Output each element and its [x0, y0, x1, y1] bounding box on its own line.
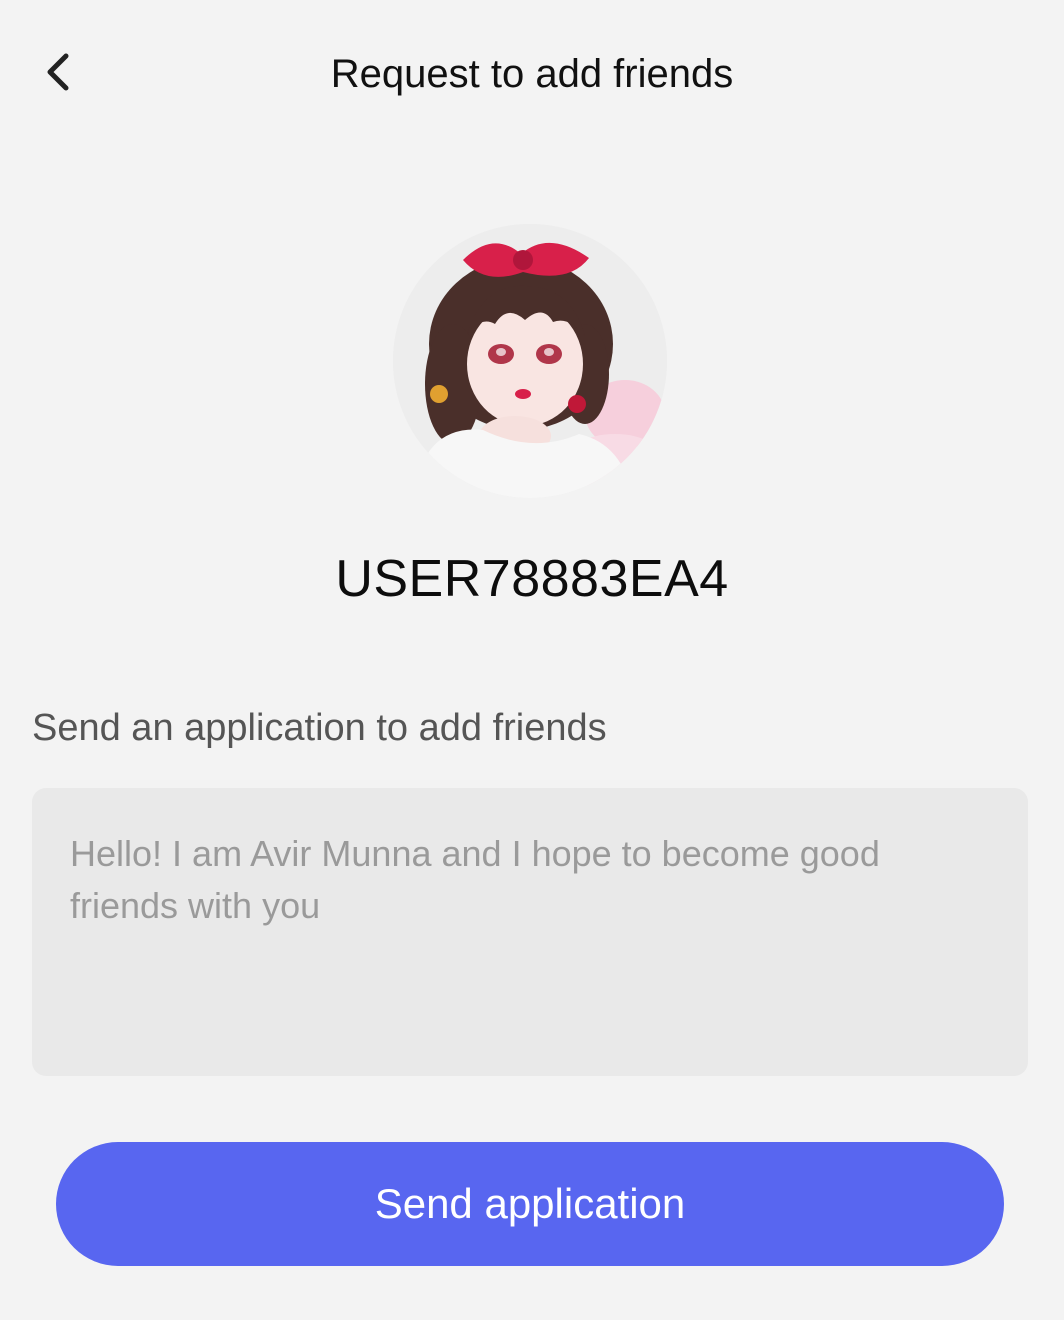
- message-input[interactable]: [70, 828, 990, 1036]
- page-title: Request to add friends: [330, 52, 734, 96]
- username: USER78883EA4: [335, 550, 729, 608]
- avatar-image: [393, 224, 667, 498]
- send-application-button[interactable]: Send application: [56, 1142, 1004, 1266]
- avatar[interactable]: [393, 224, 667, 498]
- message-label: Send an application to add friends: [32, 707, 607, 749]
- header-bar: Request to add friends: [0, 0, 1064, 150]
- message-field-container[interactable]: [32, 788, 1028, 1076]
